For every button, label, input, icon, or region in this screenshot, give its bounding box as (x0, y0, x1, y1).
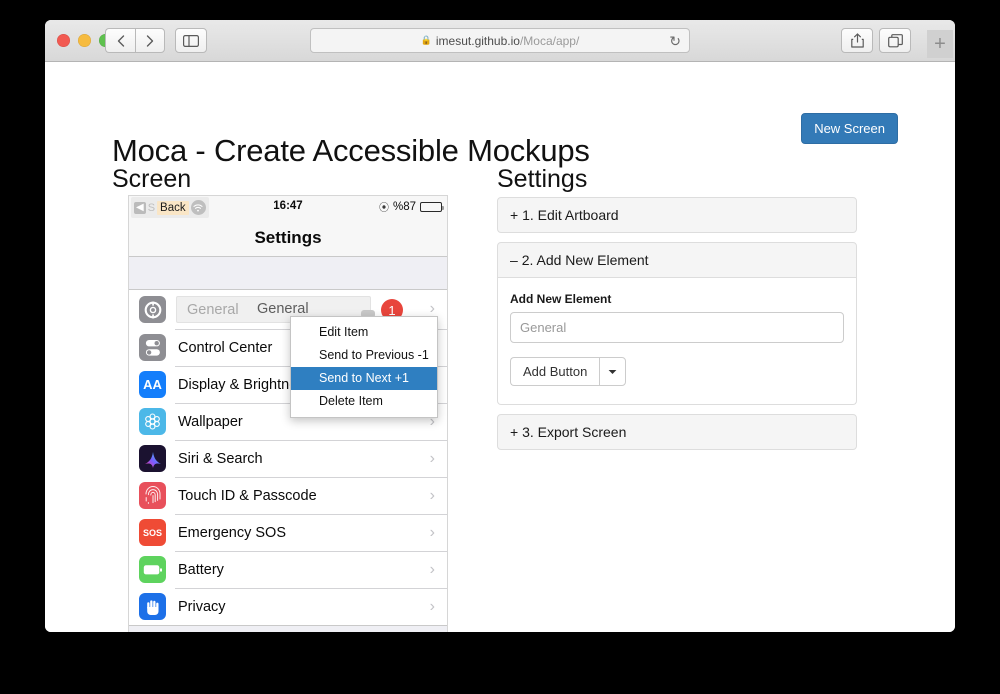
list-row-label: Siri & Search (178, 450, 263, 467)
element-name-input[interactable]: General (510, 312, 844, 343)
gear-glyph-icon (144, 301, 161, 318)
context-menu-item-edit-item[interactable]: Edit Item (291, 321, 437, 344)
share-icon (850, 33, 864, 48)
accordion-header-export-screen[interactable]: + 3. Export Screen (497, 414, 857, 450)
context-menu-item-delete-item[interactable]: Delete Item (291, 390, 437, 413)
context-menu-item-send-to-previous[interactable]: Send to Previous -1 (291, 344, 437, 367)
chevron-right-icon: › (429, 597, 435, 615)
list-row-general-ghost-label: General (257, 301, 309, 317)
flower-glyph-icon (145, 413, 160, 430)
browser-toolbar: 🔒 imesut.github.io/Moca/app/ ↻ + (45, 20, 955, 62)
accordion-header-edit-artboard[interactable]: + 1. Edit Artboard (497, 197, 857, 233)
accordion-edit-artboard: + 1. Edit Artboard (497, 197, 857, 233)
url-host: imesut.github.io (435, 33, 520, 48)
lock-icon: 🔒 (420, 35, 432, 45)
chevron-right-icon: › (429, 523, 435, 541)
list-row-label: Battery (178, 561, 224, 578)
status-bar-right-group: ⦿ %87 (378, 199, 444, 214)
minimize-window-button[interactable] (78, 34, 91, 47)
url-path: /Moca/app/ (519, 33, 580, 48)
privacy-icon (139, 593, 166, 620)
accordion-title: 2. Add New Element (521, 252, 649, 268)
accordion-body-add-new-element: Add New Element General Add Button (497, 278, 857, 405)
siri-icon (139, 445, 166, 472)
accordion-add-new-element: – 2. Add New Element Add New Element Gen… (497, 242, 857, 405)
page-title: Moca - Create Accessible Mockups (112, 132, 590, 168)
chevron-right-icon (146, 34, 154, 47)
sidebar-icon (183, 34, 199, 47)
list-row-emergency-sos[interactable]: SOS Emergency SOS › (129, 514, 447, 551)
fingerprint-glyph-icon (145, 485, 160, 504)
share-button[interactable] (841, 28, 873, 53)
battery-settings-icon (139, 556, 166, 583)
accordion-header-add-new-element[interactable]: – 2. Add New Element (497, 242, 857, 278)
show-tabs-button[interactable] (879, 28, 911, 53)
window-controls (57, 34, 112, 47)
list-spacer-top (129, 257, 447, 290)
add-button-dropdown-toggle[interactable] (599, 357, 627, 386)
control-center-icon (139, 334, 166, 361)
hand-glyph-icon (146, 599, 158, 615)
browser-back-button[interactable] (105, 28, 135, 53)
ios-status-bar: ◀ S Back 16:47 ⦿ %87 (129, 196, 447, 219)
screen-heading: Screen (112, 165, 192, 193)
reload-button[interactable]: ↻ (669, 33, 681, 50)
address-bar[interactable]: 🔒 imesut.github.io/Moca/app/ ↻ (310, 28, 690, 53)
battery-percentage: %87 (392, 200, 416, 213)
chevron-right-icon: › (429, 560, 435, 578)
chevron-right-icon: › (429, 449, 435, 467)
context-menu-item-send-to-next[interactable]: Send to Next +1 (291, 367, 437, 390)
wallpaper-icon (139, 408, 166, 435)
caret-down-icon (608, 369, 617, 374)
switches-glyph-icon (145, 339, 160, 356)
emergency-sos-icon: SOS (139, 519, 166, 546)
tabs-icon (887, 33, 903, 47)
browser-forward-button[interactable] (135, 28, 165, 53)
list-row-battery[interactable]: Battery › (129, 551, 447, 588)
list-row-label: Emergency SOS (178, 524, 286, 541)
element-name-label: Add New Element (510, 292, 612, 306)
touch-id-icon (139, 482, 166, 509)
location-icon: ⦿ (378, 203, 389, 214)
accordion-title: 3. Export Screen (522, 424, 627, 440)
add-button[interactable]: Add Button (510, 357, 600, 386)
new-tab-button[interactable]: + (927, 30, 953, 58)
list-row-label: Privacy (178, 598, 226, 615)
siri-glyph-icon (144, 451, 161, 468)
gear-icon (139, 296, 166, 323)
nav-bar-title: Settings (254, 227, 322, 247)
ios-nav-bar: Settings (129, 219, 447, 257)
accordion-marker: – (510, 252, 518, 268)
new-screen-button[interactable]: New Screen (801, 113, 898, 144)
browser-window: 🔒 imesut.github.io/Moca/app/ ↻ + Moca - … (45, 20, 955, 632)
close-window-button[interactable] (57, 34, 70, 47)
accordion-title: 1. Edit Artboard (522, 207, 619, 223)
settings-heading: Settings (497, 165, 588, 193)
list-spacer-middle (129, 625, 447, 632)
display-brightness-icon: AA (139, 371, 166, 398)
add-button-group: Add Button (510, 357, 627, 386)
battery-glyph-icon (143, 564, 162, 574)
sidebar-toggle-button[interactable] (175, 28, 207, 53)
accordion-export-screen: + 3. Export Screen (497, 414, 857, 450)
context-menu[interactable]: Edit Item Send to Previous -1 Send to Ne… (290, 316, 438, 418)
accordion-marker: + (510, 424, 519, 440)
accordion-marker: + (510, 207, 519, 223)
list-row-label: Touch ID & Passcode (178, 487, 317, 504)
chevron-right-icon: › (429, 486, 435, 504)
list-row-privacy[interactable]: Privacy › (129, 588, 447, 625)
list-row-siri-search[interactable]: Siri & Search › (129, 440, 447, 477)
list-row-touch-id-passcode[interactable]: Touch ID & Passcode › (129, 477, 447, 514)
page-content: Moca - Create Accessible Mockups New Scr… (45, 62, 955, 632)
url-text: imesut.github.io/Moca/app/ (436, 34, 579, 48)
chevron-left-icon (117, 34, 124, 47)
settings-panel: + 1. Edit Artboard – 2. Add New Element … (497, 197, 857, 459)
battery-icon (420, 201, 444, 212)
